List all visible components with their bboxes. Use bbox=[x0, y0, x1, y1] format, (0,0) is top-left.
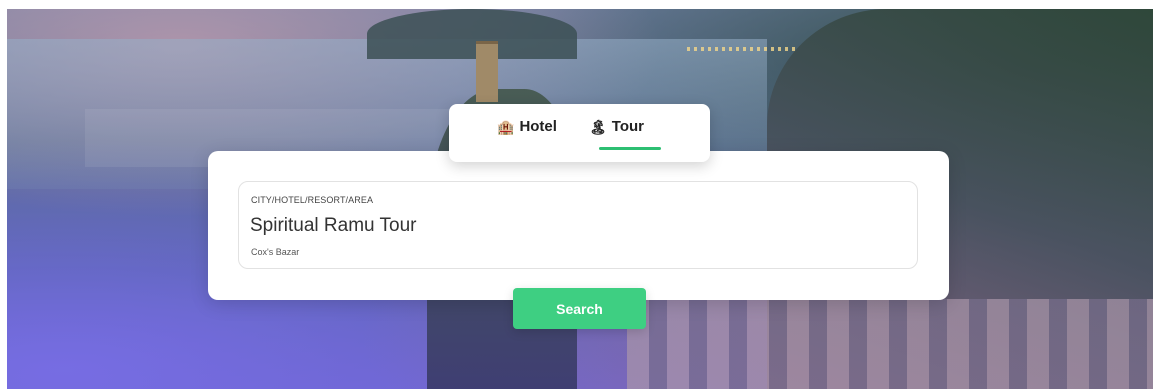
destination-value[interactable]: Spiritual Ramu Tour bbox=[250, 215, 417, 237]
town-buildings bbox=[627, 299, 1153, 389]
building-icon: 🏨 bbox=[497, 119, 515, 135]
destination-field[interactable]: CITY/HOTEL/RESORT/AREA Spiritual Ramu To… bbox=[238, 181, 918, 269]
palm-tree-icon: 🏝 bbox=[589, 119, 607, 135]
tab-tour-label: Tour bbox=[611, 118, 644, 135]
tab-hotel-label: Hotel bbox=[519, 118, 557, 135]
search-button[interactable]: Search bbox=[513, 288, 646, 329]
destination-location: Cox's Bazar bbox=[251, 247, 300, 257]
destination-field-label: CITY/HOTEL/RESORT/AREA bbox=[251, 195, 374, 205]
search-card: CITY/HOTEL/RESORT/AREA Spiritual Ramu To… bbox=[208, 151, 949, 300]
active-tab-indicator bbox=[599, 147, 661, 150]
tab-tour[interactable]: 🏝 Tour bbox=[589, 118, 644, 158]
shore-lights bbox=[687, 47, 797, 51]
tab-hotel[interactable]: 🏨 Hotel bbox=[497, 118, 557, 158]
distant-cliff bbox=[367, 9, 577, 59]
tower bbox=[476, 41, 498, 102]
search-type-tabs: 🏨 Hotel 🏝 Tour bbox=[449, 104, 710, 162]
